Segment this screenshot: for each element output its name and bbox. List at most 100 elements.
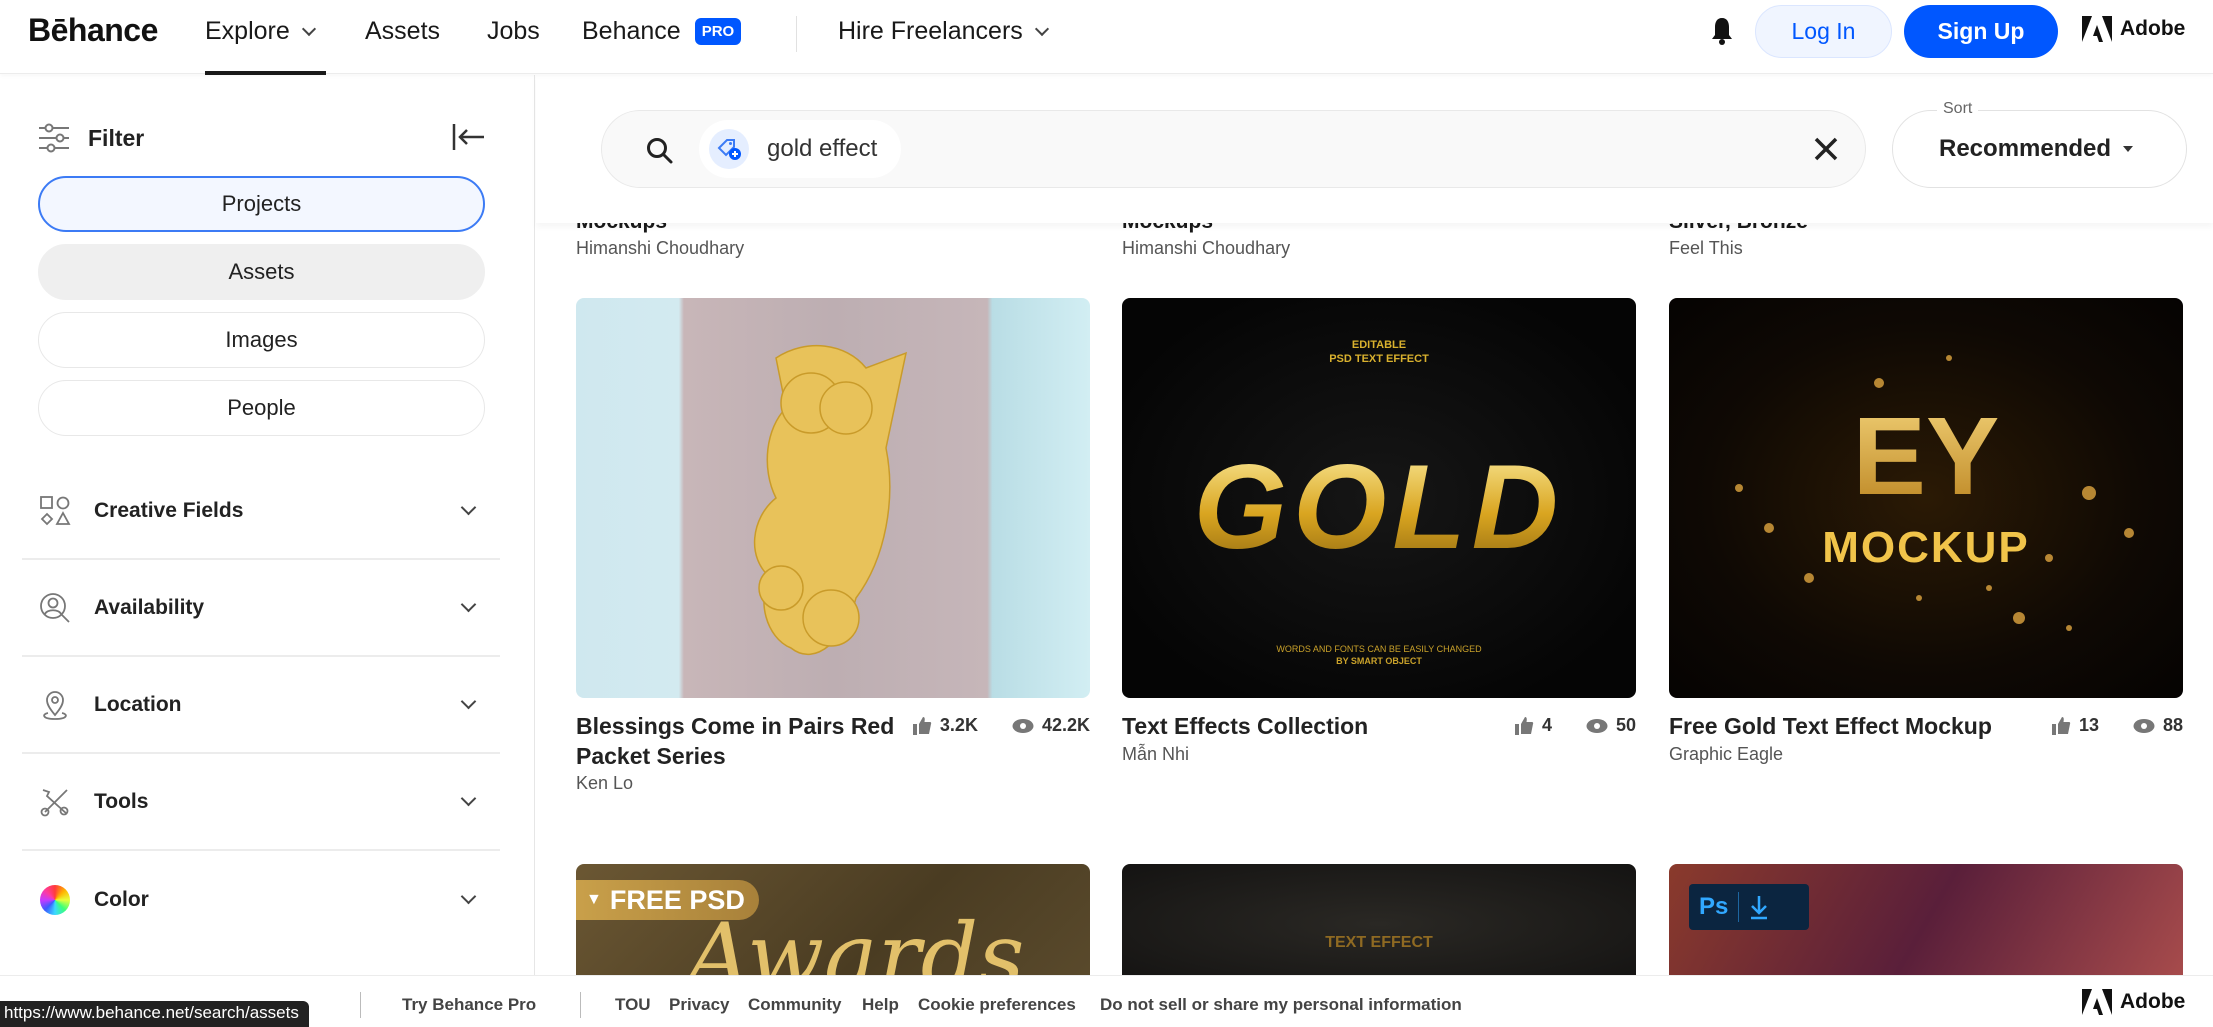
download-icon <box>1751 896 1768 920</box>
chevron-down-icon <box>1034 21 1049 36</box>
facet-label: Color <box>94 887 149 911</box>
project-stats: 13 88 <box>2046 715 2183 736</box>
thumbnail-caption: EDITABLE PSD TEXT EFFECT <box>1329 339 1429 365</box>
footer-adobe-link[interactable]: Adobe <box>2082 989 2185 1015</box>
nav-explore[interactable]: Explore <box>205 17 316 46</box>
pro-badge: PRO <box>694 18 742 45</box>
search-query-text: gold effect <box>767 135 878 162</box>
footer-link-try-pro[interactable]: Try Behance Pro <box>402 995 536 1015</box>
photoshop-download-badge[interactable]: Ps <box>1689 884 1809 930</box>
views-count: 42.2K <box>1041 715 1090 735</box>
views-count: 50 <box>1615 715 1636 735</box>
facet-label: Creative Fields <box>94 498 244 522</box>
page-footer: https://www.behance.net/search/assets Tr… <box>0 975 2213 1027</box>
thumbnail-headline: EY <box>1669 393 2183 520</box>
top-navigation-bar: Bēhance Explore Assets Jobs Behance PRO … <box>0 0 2213 75</box>
footer-divider <box>360 992 361 1018</box>
partial-card-owner[interactable]: Himanshi Choudhary <box>1122 238 1290 259</box>
nav-jobs[interactable]: Jobs <box>487 17 540 46</box>
facet-color[interactable]: Color <box>22 851 500 948</box>
footer-link-cookie-preferences[interactable]: Cookie preferences <box>918 995 1076 1015</box>
sort-selected-value: Recommended <box>1939 135 2134 163</box>
eye-icon <box>1012 718 1034 733</box>
nav-assets[interactable]: Assets <box>365 17 440 46</box>
project-thumbnail[interactable]: TEXT EFFECT <box>1122 864 1636 984</box>
adobe-logo-icon <box>2082 16 2112 42</box>
thumbnail-subheadline: MOCKUP <box>1822 523 2030 572</box>
type-projects-button[interactable]: Projects <box>38 176 485 232</box>
footer-link-do-not-sell[interactable]: Do not sell or share my personal informa… <box>1100 995 1462 1015</box>
sign-up-button[interactable]: Sign Up <box>1904 5 2058 58</box>
type-people-button[interactable]: People <box>38 380 485 436</box>
facet-tools[interactable]: Tools <box>22 754 500 851</box>
project-thumbnail[interactable]: EDITABLE PSD TEXT EFFECT GOLD WORDS AND F… <box>1122 298 1636 698</box>
project-title[interactable]: Text Effects Collection <box>1122 711 1368 741</box>
thumbs-up-icon <box>912 716 932 735</box>
facet-creative-fields[interactable]: Creative Fields <box>22 463 500 560</box>
search-icon[interactable] <box>646 137 674 165</box>
footer-link-tou[interactable]: TOU <box>615 995 651 1015</box>
gold-floral-ornament <box>753 345 908 655</box>
log-in-button[interactable]: Log In <box>1755 5 1892 58</box>
behance-logo[interactable]: Bēhance <box>28 12 158 49</box>
thumbnail-headline: GOLD <box>1122 438 1636 576</box>
chevron-down-icon <box>460 888 477 905</box>
project-title-line: Blessings Come in Pairs Red <box>576 713 895 739</box>
project-thumbnail[interactable]: EY MOCKUP <box>1669 298 2183 698</box>
photoshop-icon: Ps <box>1699 893 1729 920</box>
project-title[interactable]: Free Gold Text Effect Mockup <box>1669 711 1992 741</box>
nav-behance-pro[interactable]: Behance PRO <box>582 17 742 46</box>
nav-hire-label: Hire Freelancers <box>838 17 1023 45</box>
facet-availability[interactable]: Availability <box>22 560 500 657</box>
facet-label: Location <box>94 692 182 716</box>
thumbs-up-icon <box>1514 716 1534 735</box>
nav-explore-label: Explore <box>205 17 290 45</box>
search-query-chip[interactable]: gold effect <box>699 120 902 178</box>
person-search-icon <box>38 591 72 625</box>
adobe-logo-icon <box>2082 989 2112 1015</box>
project-owner[interactable]: Ken Lo <box>576 773 633 794</box>
project-thumbnail[interactable] <box>576 298 1090 698</box>
footer-link-community[interactable]: Community <box>748 995 842 1015</box>
project-title[interactable]: Blessings Come in Pairs Red Packet Serie… <box>576 711 894 771</box>
nav-hire-freelancers[interactable]: Hire Freelancers <box>838 17 1049 46</box>
type-assets-button[interactable]: Assets <box>38 244 485 300</box>
tools-icon <box>38 785 72 819</box>
clear-search-icon[interactable] <box>1812 135 1840 163</box>
facet-label: Availability <box>94 595 205 619</box>
nav-behance-label: Behance <box>582 17 681 45</box>
adobe-label: Adobe <box>2120 17 2186 40</box>
footer-link-help[interactable]: Help <box>862 995 899 1015</box>
thumbs-up-icon <box>2051 716 2071 735</box>
views-count: 88 <box>2162 715 2183 735</box>
collapse-sidebar-icon[interactable] <box>452 122 486 152</box>
sort-value-text: Recommended <box>1939 135 2112 162</box>
tag-add-icon <box>709 129 749 169</box>
chevron-down-icon <box>460 499 477 516</box>
adobe-label: Adobe <box>2120 990 2186 1013</box>
facet-location[interactable]: Location <box>22 657 500 754</box>
partial-card-owner[interactable]: Himanshi Choudhary <box>576 238 744 259</box>
filter-header: Filter <box>38 123 144 153</box>
chevron-down-icon <box>460 596 477 613</box>
partial-card-owner[interactable]: Feel This <box>1669 238 1743 259</box>
nav-assets-label: Assets <box>365 17 441 45</box>
project-thumbnail[interactable]: ▼ FREE PSD Awards <box>576 864 1090 984</box>
filter-label: Filter <box>88 124 145 151</box>
bell-icon[interactable] <box>1710 16 1734 46</box>
sort-dropdown[interactable]: Sort Recommended <box>1892 100 2187 188</box>
eye-icon <box>2133 718 2155 733</box>
project-owner[interactable]: Mẫn Nhi <box>1122 744 1189 765</box>
active-nav-indicator <box>205 71 326 75</box>
chevron-down-icon <box>460 790 477 807</box>
filter-sidebar: Filter Projects Assets Images People Cre… <box>0 75 535 975</box>
search-input[interactable]: gold effect <box>601 110 1866 188</box>
type-images-button[interactable]: Images <box>38 312 485 368</box>
project-thumbnail[interactable]: Ps <box>1669 864 2183 984</box>
likes-count: 4 <box>1541 715 1552 735</box>
project-owner[interactable]: Graphic Eagle <box>1669 744 1783 765</box>
project-stats: 4 50 <box>1509 715 1636 736</box>
nav-divider <box>796 16 797 52</box>
adobe-link[interactable]: Adobe <box>2082 16 2185 42</box>
footer-link-privacy[interactable]: Privacy <box>669 995 730 1015</box>
